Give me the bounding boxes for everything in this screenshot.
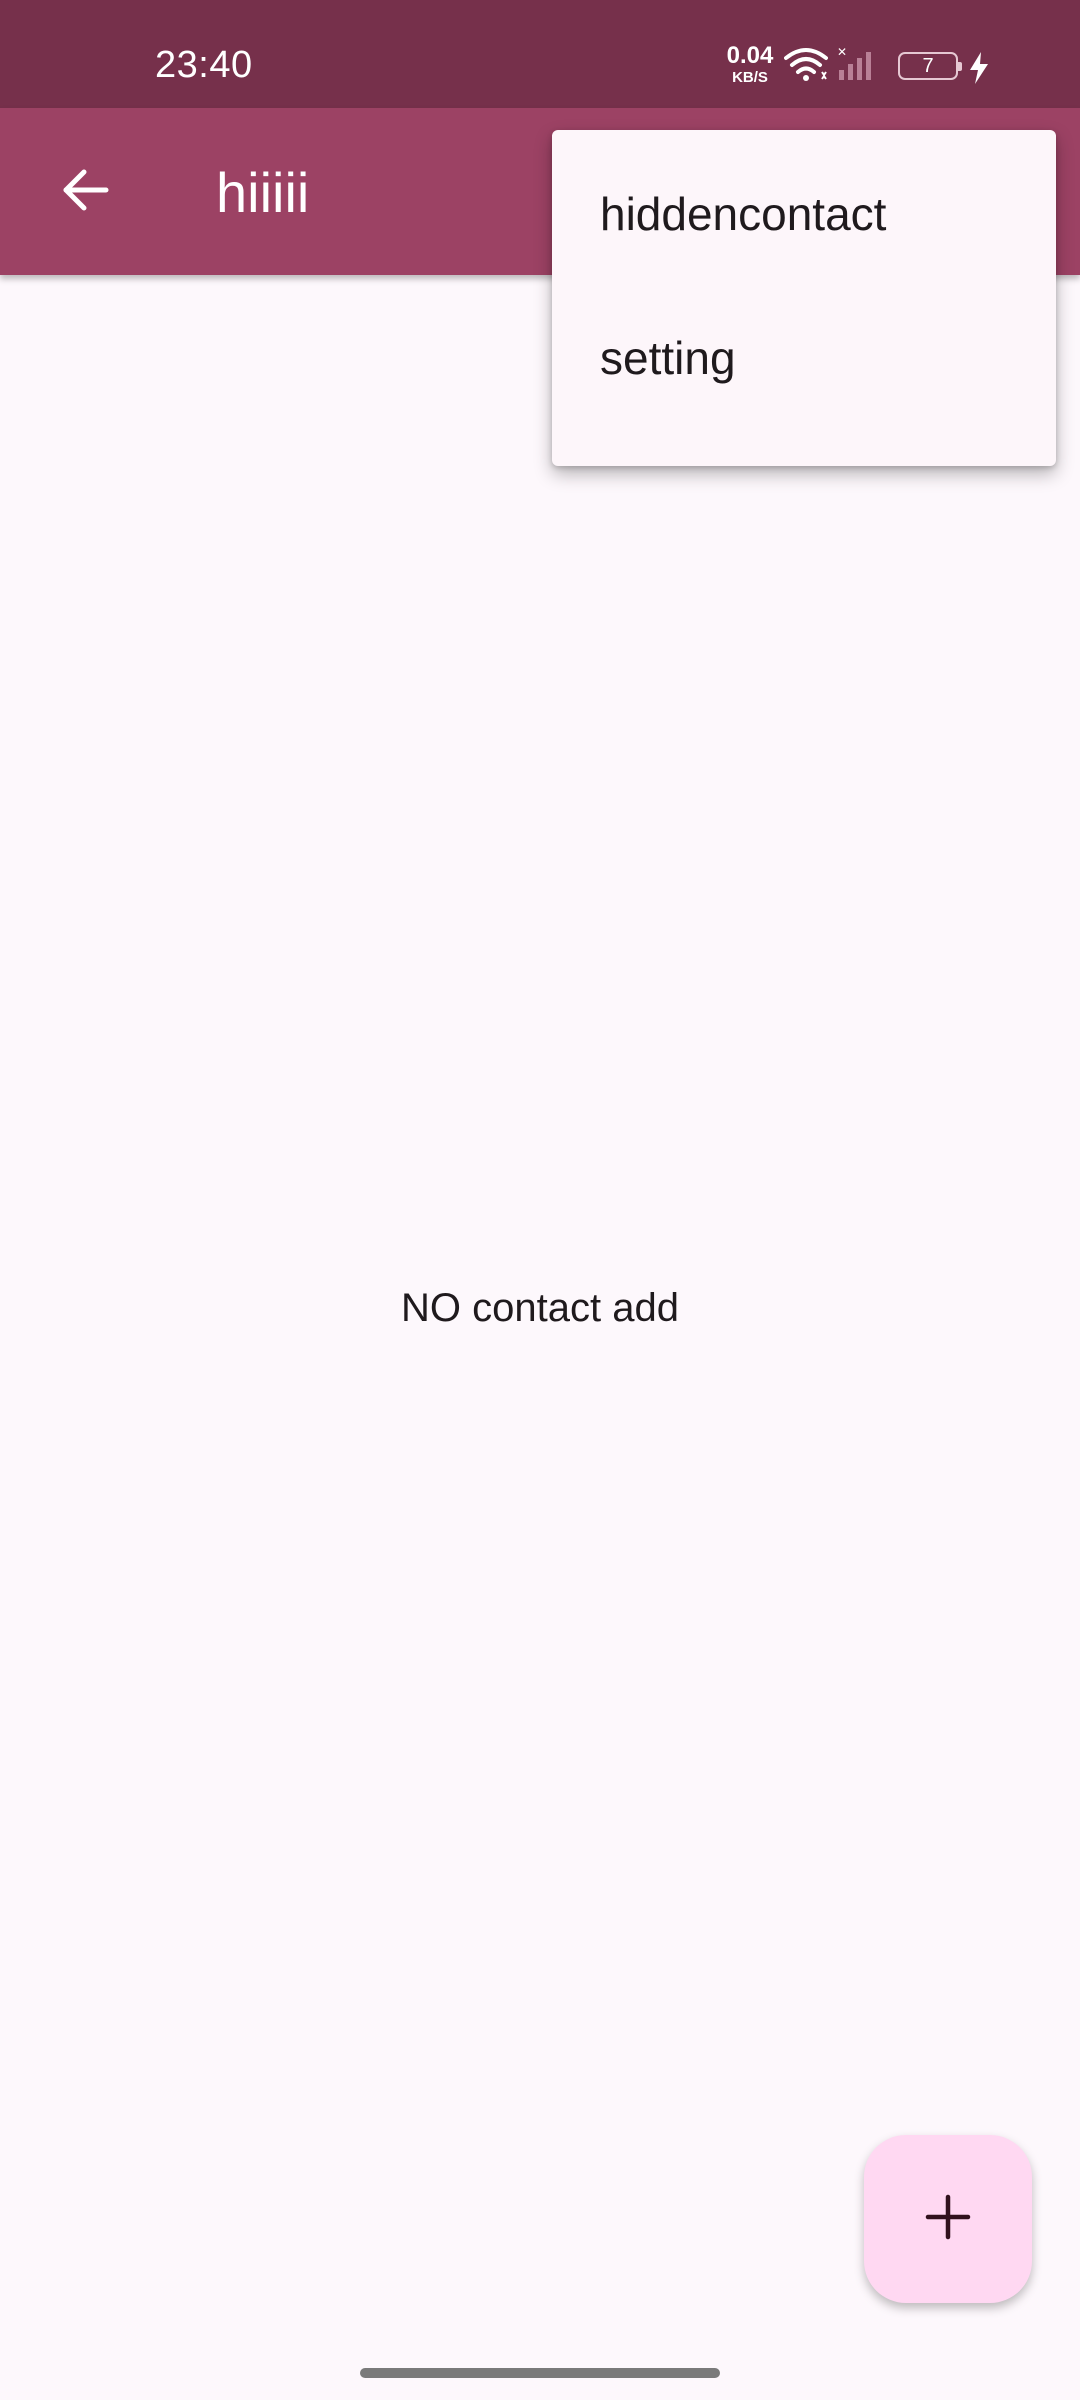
- signal-icon: ✕: [835, 45, 883, 87]
- svg-text:✕: ✕: [837, 46, 847, 59]
- plus-icon: [924, 2193, 972, 2246]
- overflow-menu: hiddencontact setting: [552, 130, 1056, 466]
- charging-icon: [968, 52, 990, 89]
- status-bar: 23:40 0.04 KB/S ✕ 7: [0, 0, 1080, 108]
- network-speed: 0.04 KB/S: [722, 42, 778, 86]
- empty-state-message: NO contact add: [401, 1286, 679, 1330]
- status-time: 23:40: [155, 44, 253, 86]
- back-button[interactable]: [44, 156, 124, 228]
- menu-item-hiddencontact[interactable]: hiddencontact: [552, 142, 1056, 286]
- network-speed-value: 0.04: [726, 42, 774, 69]
- page-title: hiiiii: [216, 161, 310, 224]
- screen: 23:40 0.04 KB/S ✕ 7 hiiiii NO contact ad…: [0, 0, 1080, 2400]
- add-contact-button[interactable]: [864, 2135, 1032, 2303]
- battery-level: 7: [922, 55, 934, 77]
- gesture-nav-handle[interactable]: [360, 2368, 720, 2378]
- network-speed-unit: KB/S: [732, 69, 768, 86]
- arrow-back-icon: [58, 164, 110, 221]
- wifi-icon: [784, 46, 828, 87]
- menu-item-setting[interactable]: setting: [552, 286, 1056, 430]
- battery-icon: 7: [898, 52, 962, 80]
